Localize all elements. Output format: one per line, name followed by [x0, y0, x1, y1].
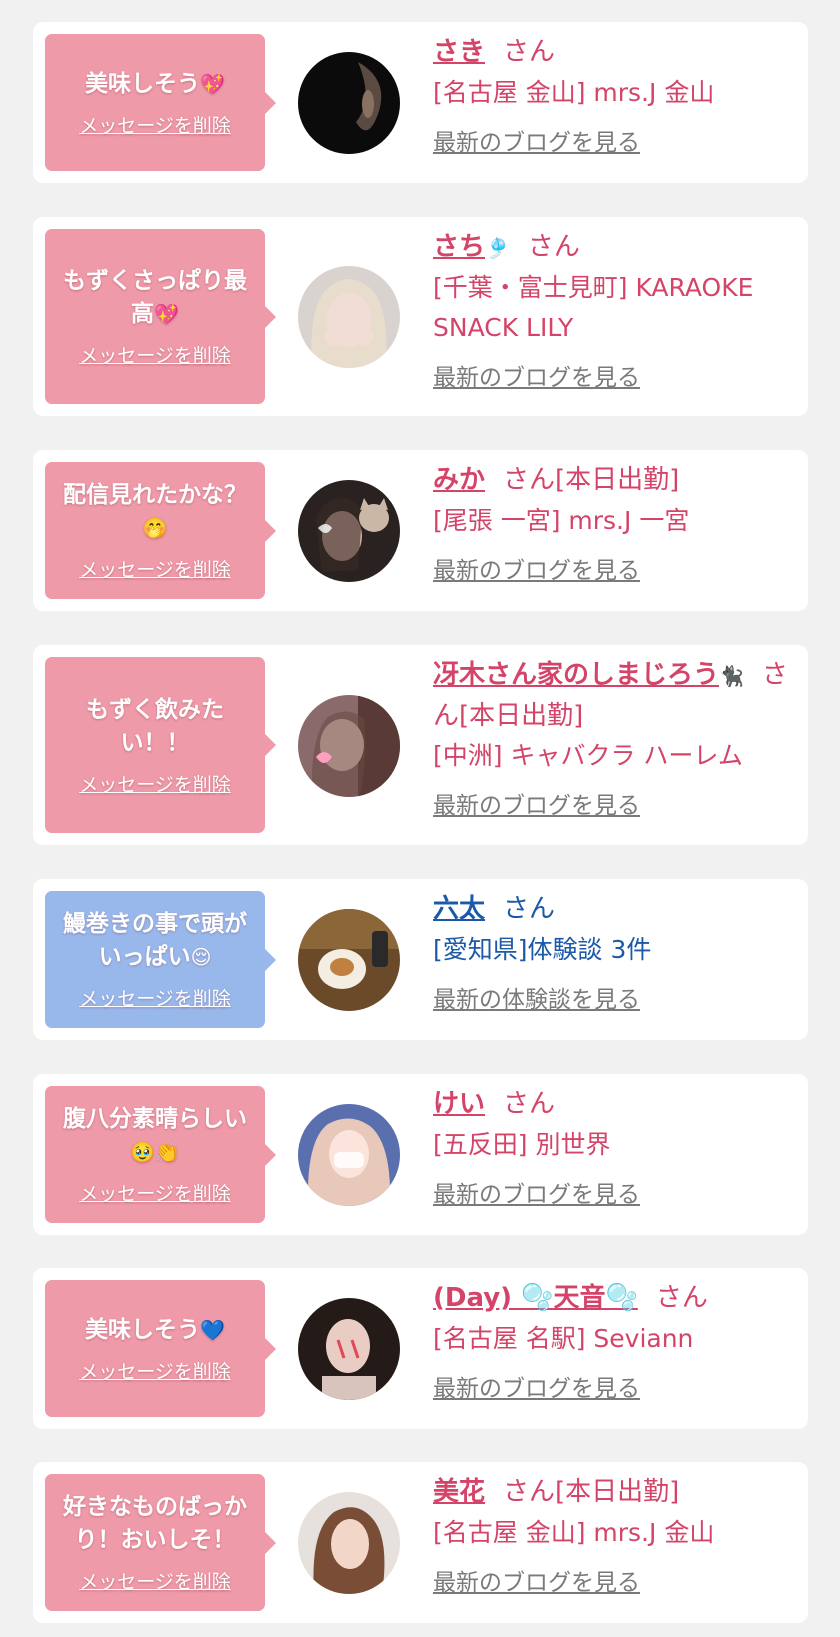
name-line: (Day) 🫧天音🫧 さん: [433, 1283, 708, 1313]
latest-review-link[interactable]: 最新の体験談を見る: [433, 980, 640, 1014]
name-line: 美花 さん[本日出勤]: [433, 1477, 680, 1507]
message-text: 好きなものばっかり！おいしそ！: [63, 1494, 247, 1553]
shop-label: [五反田] 別世界: [433, 1130, 611, 1159]
avatar[interactable]: [298, 695, 400, 797]
latest-blog-link[interactable]: 最新のブログを見る: [433, 123, 640, 157]
shop-label: [名古屋 金山] mrs.J 金山: [433, 1518, 715, 1547]
shop-label: [名古屋 名駅] Seviann: [433, 1324, 694, 1353]
info: さち🎐 さん [千葉・富士見町] KARAOKE SNACK LILY 最新のブロ…: [433, 227, 788, 392]
cast-name-link[interactable]: けい: [433, 1089, 485, 1119]
avatar[interactable]: [298, 480, 400, 582]
message-card: 好きなものばっかり！おいしそ！ メッセージを削除 美花 さん[本日出勤] [名古屋…: [33, 1462, 808, 1623]
shop-label: [名古屋 金山] mrs.J 金山: [433, 78, 715, 107]
info: けい さん [五反田] 別世界 最新のブログを見る: [433, 1084, 788, 1209]
message-text: 腹八分素晴らしい🥹👏: [63, 1106, 247, 1164]
shop-label: [中洲] キャバクラ ハーレム: [433, 741, 743, 770]
delete-message-link[interactable]: メッセージを削除: [79, 1567, 231, 1594]
avatar[interactable]: [298, 1492, 400, 1594]
message-bubble: 腹八分素晴らしい🥹👏 メッセージを削除: [45, 1086, 276, 1223]
reviews-label: [愛知県]体験談 3件: [433, 935, 652, 964]
message-card: 鰻巻きの事で頭がいっぱい😌 メッセージを削除 六太 さん [愛知県]体験談 3件 …: [33, 879, 808, 1040]
info: 六太 さん [愛知県]体験談 3件 最新の体験談を見る: [433, 889, 788, 1014]
delete-message-link[interactable]: メッセージを削除: [79, 341, 231, 368]
name-line: 六太 さん: [433, 894, 556, 924]
cast-name-link[interactable]: (Day) 🫧天音🫧: [433, 1283, 638, 1313]
avatar[interactable]: [298, 909, 400, 1011]
name-line: さき さん: [433, 37, 556, 67]
delete-message-link[interactable]: メッセージを削除: [79, 1179, 231, 1206]
name-line: さち🎐 さん: [433, 232, 580, 262]
message-bubble: 配信見れたかな？🤭 メッセージを削除: [45, 462, 276, 599]
info: (Day) 🫧天音🫧 さん [名古屋 名駅] Seviann 最新のブログを見る: [433, 1278, 788, 1403]
avatar[interactable]: [298, 52, 400, 154]
name-line: 冴木さん家のしまじろう🐈‍⬛ さん[本日出勤]: [433, 660, 788, 731]
message-text: 配信見れたかな？🤭: [63, 482, 247, 540]
delete-message-link[interactable]: メッセージを削除: [79, 984, 231, 1011]
cast-name-link[interactable]: みか: [433, 465, 485, 495]
message-card: 美味しそう💙 メッセージを削除 (Day) 🫧天音🫧 さん [名古屋 名駅] Se…: [33, 1268, 808, 1429]
message-text: 鰻巻きの事で頭がいっぱい😌: [63, 911, 247, 970]
latest-blog-link[interactable]: 最新のブログを見る: [433, 786, 640, 820]
message-card: 美味しそう💖 メッセージを削除 さき さん [名古屋 金山] mrs.J 金山 最…: [33, 22, 808, 183]
message-bubble: 鰻巻きの事で頭がいっぱい😌 メッセージを削除: [45, 891, 276, 1028]
avatar[interactable]: [298, 1104, 400, 1206]
message-bubble: もずく飲みたい！！ メッセージを削除: [45, 657, 276, 833]
message-bubble: 好きなものばっかり！おいしそ！ メッセージを削除: [45, 1474, 276, 1611]
latest-blog-link[interactable]: 最新のブログを見る: [433, 1563, 640, 1597]
info: 冴木さん家のしまじろう🐈‍⬛ さん[本日出勤] [中洲] キャバクラ ハーレム 最…: [433, 655, 788, 820]
cast-name-link[interactable]: 冴木さん家のしまじろう: [433, 660, 719, 690]
avatar[interactable]: [298, 266, 400, 368]
shop-label: [千葉・富士見町] KARAOKE SNACK LILY: [433, 273, 754, 342]
message-bubble: 美味しそう💖 メッセージを削除: [45, 34, 276, 171]
cast-name-link[interactable]: さち: [433, 232, 485, 262]
message-text: もずく飲みたい！！: [86, 696, 224, 756]
message-text: もずくさっぱり最高💖: [63, 268, 247, 327]
info: さき さん [名古屋 金山] mrs.J 金山 最新のブログを見る: [433, 32, 788, 157]
avatar[interactable]: [298, 1298, 400, 1400]
delete-message-link[interactable]: メッセージを削除: [79, 770, 231, 797]
latest-blog-link[interactable]: 最新のブログを見る: [433, 1369, 640, 1403]
message-bubble: 美味しそう💙 メッセージを削除: [45, 1280, 276, 1417]
name-line: けい さん: [433, 1089, 556, 1119]
message-card: 配信見れたかな？🤭 メッセージを削除 みか さん[本日出勤] [尾張 一宮] mr…: [33, 450, 808, 611]
latest-blog-link[interactable]: 最新のブログを見る: [433, 551, 640, 585]
message-card: もずくさっぱり最高💖 メッセージを削除 さち🎐 さん [千葉・富士見町] KARA…: [33, 217, 808, 416]
delete-message-link[interactable]: メッセージを削除: [79, 555, 231, 582]
message-card: 腹八分素晴らしい🥹👏 メッセージを削除 けい さん [五反田] 別世界 最新のブロ…: [33, 1074, 808, 1235]
reviewer-name-link[interactable]: 六太: [433, 894, 485, 924]
delete-message-link[interactable]: メッセージを削除: [79, 111, 231, 138]
name-line: みか さん[本日出勤]: [433, 465, 680, 495]
latest-blog-link[interactable]: 最新のブログを見る: [433, 1175, 640, 1209]
message-text: 美味しそう💙: [85, 1316, 225, 1343]
info: 美花 さん[本日出勤] [名古屋 金山] mrs.J 金山 最新のブログを見る: [433, 1472, 788, 1597]
delete-message-link[interactable]: メッセージを削除: [79, 1357, 231, 1384]
cast-name-link[interactable]: さき: [433, 37, 485, 67]
message-list: 美味しそう💖 メッセージを削除 さき さん [名古屋 金山] mrs.J 金山 最…: [0, 0, 840, 1637]
shop-label: [尾張 一宮] mrs.J 一宮: [433, 506, 690, 535]
message-card: もずく飲みたい！！ メッセージを削除 冴木さん家のしまじろう🐈‍⬛ さん[本日出勤…: [33, 645, 808, 845]
message-text: 美味しそう💖: [85, 70, 225, 97]
message-bubble: もずくさっぱり最高💖 メッセージを削除: [45, 229, 276, 404]
info: みか さん[本日出勤] [尾張 一宮] mrs.J 一宮 最新のブログを見る: [433, 460, 788, 585]
cast-name-link[interactable]: 美花: [433, 1477, 485, 1507]
latest-blog-link[interactable]: 最新のブログを見る: [433, 358, 640, 392]
